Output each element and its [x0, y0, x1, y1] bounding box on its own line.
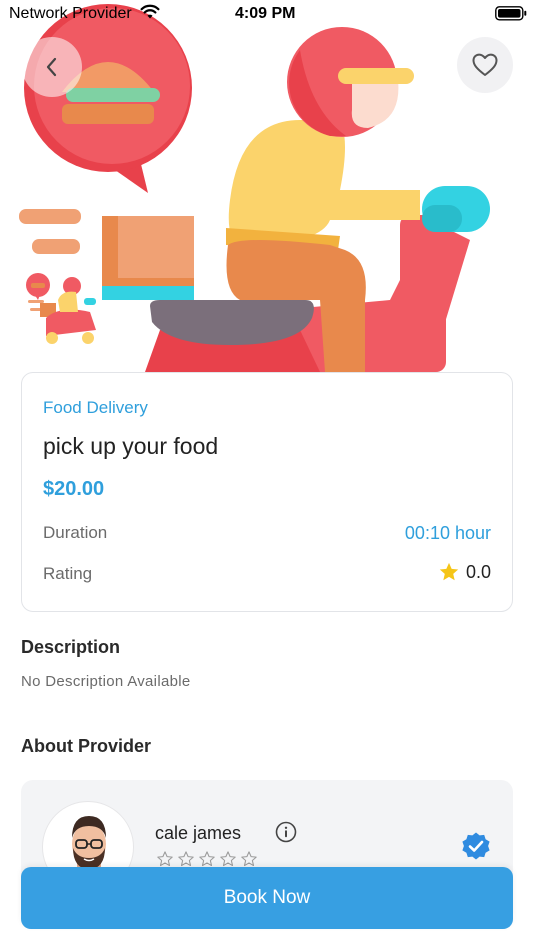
star-outline-icon — [178, 851, 194, 867]
star-outline-icon — [157, 851, 173, 867]
star-outline-icon — [241, 851, 257, 867]
rating-value-group: 0.0 — [438, 561, 491, 583]
book-now-button[interactable]: Book Now — [21, 867, 513, 929]
about-provider-heading: About Provider — [21, 736, 152, 756]
carrier-label: Network Provider — [9, 5, 132, 22]
status-bar: Network Provider 4:09 PM — [0, 0, 534, 28]
back-button[interactable] — [22, 37, 82, 97]
service-title: pick up your food — [43, 433, 219, 459]
chevron-left-icon — [46, 57, 57, 77]
provider-name: cale james — [155, 823, 242, 843]
heart-outline-icon — [472, 53, 498, 76]
clock: 4:09 PM — [235, 5, 296, 22]
service-category[interactable]: Food Delivery — [43, 398, 148, 418]
battery-icon — [495, 6, 527, 21]
description-text: No Description Available — [21, 673, 191, 690]
rating-value: 0.0 — [465, 561, 491, 582]
duration-label: Duration — [43, 523, 108, 542]
wifi-icon — [140, 4, 160, 19]
service-info-card: Food Delivery pick up your food $20.00 D… — [21, 372, 513, 612]
provider-rating-stars — [156, 850, 258, 868]
info-icon[interactable] — [275, 821, 297, 843]
star-icon — [439, 562, 459, 581]
verified-badge-icon — [462, 832, 490, 860]
duration-value: 00:10 hour — [404, 523, 491, 543]
star-outline-icon — [220, 851, 236, 867]
book-now-label: Book Now — [223, 887, 311, 908]
favorite-button[interactable] — [457, 37, 513, 93]
service-price: $20.00 — [43, 478, 105, 500]
description-heading: Description — [21, 637, 121, 657]
star-outline-icon — [199, 851, 215, 867]
rating-label: Rating — [43, 564, 93, 583]
